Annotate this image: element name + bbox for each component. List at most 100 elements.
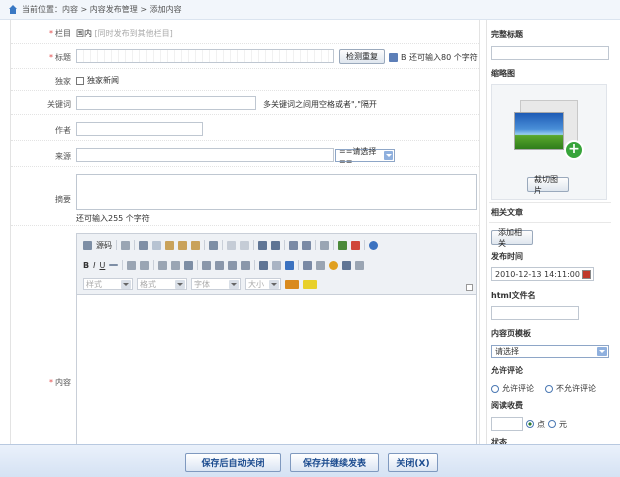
other-columns-link[interactable]: [同时发布到其他栏目] — [95, 29, 173, 38]
flash-icon[interactable] — [351, 240, 360, 250]
summary-label: 摘要 — [55, 195, 71, 204]
title-input[interactable] — [76, 49, 334, 63]
author-input[interactable] — [76, 122, 203, 136]
add-related-button[interactable]: 添加相关 — [491, 228, 533, 248]
style-combo[interactable]: 样式 — [83, 278, 133, 290]
content-label: 内容 — [55, 378, 71, 387]
html-filename-input[interactable] — [491, 306, 579, 320]
print-icon[interactable] — [209, 240, 218, 250]
fee-point-radio[interactable] — [526, 420, 534, 428]
align-right-icon[interactable] — [228, 260, 238, 270]
horizontal-rule-icon[interactable] — [316, 260, 326, 270]
keywords-input[interactable] — [76, 96, 256, 110]
italic-icon[interactable]: I — [93, 261, 95, 270]
smiley-icon[interactable] — [329, 260, 339, 270]
complete-title-input[interactable] — [491, 46, 609, 60]
source-label: 来源 — [55, 152, 71, 161]
redo-icon[interactable] — [240, 240, 249, 250]
paste-word-icon[interactable] — [191, 240, 200, 250]
text-color-icon[interactable] — [285, 279, 299, 289]
source-input[interactable] — [76, 148, 334, 162]
strikethrough-icon[interactable] — [109, 264, 119, 266]
allow-comment-label: 允许评论 — [491, 366, 523, 375]
chevron-down-icon — [597, 347, 607, 356]
anchor-icon[interactable] — [259, 260, 269, 270]
replace-icon[interactable] — [271, 240, 280, 250]
complete-title-label: 完整标题 — [491, 30, 523, 39]
outdent-icon[interactable] — [158, 260, 168, 270]
unordered-list-icon[interactable] — [140, 260, 150, 270]
calendar-icon[interactable] — [582, 270, 591, 279]
page-break-icon[interactable] — [355, 260, 365, 270]
unlink-icon[interactable] — [272, 260, 282, 270]
align-justify-icon[interactable] — [241, 260, 251, 270]
home-icon — [8, 4, 18, 15]
save-and-continue-button[interactable]: 保存并继续发表 — [290, 453, 379, 472]
title-counter: B 还可输入80 个字符 — [401, 53, 478, 62]
author-label: 作者 — [55, 126, 71, 135]
summary-textarea[interactable] — [76, 174, 477, 210]
copy-icon[interactable] — [152, 240, 161, 250]
find-icon[interactable] — [258, 240, 267, 250]
bg-color-icon[interactable] — [303, 279, 317, 289]
publish-time-label: 发布时间 — [491, 252, 523, 261]
image-icon[interactable] — [338, 240, 347, 250]
preview-icon[interactable] — [320, 240, 329, 250]
publish-time-input[interactable]: 2010-12-13 14:11:00 — [491, 267, 594, 281]
cut-icon[interactable] — [139, 240, 148, 250]
column-row: * 栏目 国内 [同时发布到其他栏目] — [11, 22, 479, 44]
select-all-icon[interactable] — [289, 240, 298, 250]
template-icon[interactable] — [121, 240, 130, 250]
size-combo[interactable]: 大小 — [245, 278, 281, 290]
add-image-icon[interactable]: + — [564, 140, 584, 160]
check-duplicate-button[interactable]: 检测重复 — [339, 49, 385, 64]
font-combo[interactable]: 字体 — [191, 278, 241, 290]
blockquote-icon[interactable] — [184, 260, 194, 270]
paste-text-icon[interactable] — [178, 240, 187, 250]
indent-icon[interactable] — [171, 260, 181, 270]
read-fee-input[interactable] — [491, 417, 523, 431]
align-center-icon[interactable] — [215, 260, 225, 270]
flag-label: 独家 — [55, 77, 71, 86]
allow-comment-radio[interactable] — [491, 384, 499, 393]
ordered-list-icon[interactable] — [127, 260, 137, 270]
underline-icon[interactable]: U — [99, 261, 105, 270]
fee-yuan-radio[interactable] — [548, 420, 556, 428]
sidebar: 完整标题 缩略图 + 裁切图片 相关文章 添加相关 发布时间 2010-12-1… — [486, 20, 612, 444]
thumbnail-image — [514, 112, 564, 150]
title-row: * 标题 检测重复 B 还可输入80 个字符 — [11, 44, 479, 69]
source-select[interactable]: ==请选择== — [335, 147, 395, 166]
related-articles-label: 相关文章 — [491, 208, 523, 217]
html-filename-label: html文件名 — [491, 291, 536, 300]
paste-icon[interactable] — [165, 240, 174, 250]
rich-text-editor: 源码 B I U 样式 格式 字体 大小 — [76, 233, 477, 444]
remove-format-icon[interactable] — [302, 240, 311, 250]
summary-counter: 还可输入255 个字符 — [76, 214, 150, 223]
save-and-close-button[interactable]: 保存后自动关闭 — [185, 453, 281, 472]
crop-image-button[interactable]: 裁切图片 — [527, 175, 569, 195]
source-button-label[interactable]: 源码 — [96, 240, 112, 251]
bold-icon[interactable]: B — [83, 261, 89, 270]
author-row: 作者 — [11, 115, 479, 141]
table-icon[interactable] — [303, 260, 313, 270]
thumbnail-box[interactable]: + 裁切图片 — [491, 84, 607, 200]
link-icon[interactable] — [369, 240, 378, 250]
undo-icon[interactable] — [227, 240, 236, 250]
flag-icon[interactable] — [285, 260, 295, 270]
exclusive-news-label: 独家新闻 — [87, 76, 119, 85]
close-button[interactable]: 关闭(X) — [388, 453, 438, 472]
source-icon[interactable] — [83, 240, 92, 250]
format-combo[interactable]: 格式 — [137, 278, 187, 290]
text-style-icon[interactable] — [389, 53, 398, 62]
chevron-down-icon — [229, 279, 239, 289]
special-char-icon[interactable] — [342, 260, 352, 270]
chevron-down-icon — [384, 151, 393, 160]
align-left-icon[interactable] — [202, 260, 212, 270]
deny-comment-radio[interactable] — [545, 384, 553, 393]
exclusive-news-checkbox[interactable] — [76, 76, 84, 85]
collapse-toolbar-icon[interactable] — [466, 284, 473, 291]
breadcrumb-text: 当前位置：内容 > 内容发布管理 > 添加内容 — [22, 5, 182, 14]
template-select[interactable]: 请选择 — [491, 345, 609, 358]
keywords-row: 关键词 多关键词之间用空格或者","隔开 — [11, 91, 479, 115]
status-label: 状态 — [491, 438, 507, 444]
